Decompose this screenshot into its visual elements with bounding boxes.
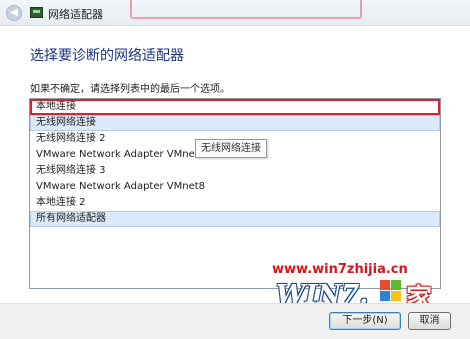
annotation-highlight [130,0,362,19]
watermark-url: www.win7zhijia.cn [272,262,408,277]
instruction-text: 如果不确定，请选择列表中的最后一个选项。 [30,84,230,95]
adapter-list[interactable]: 本地连接 无线网络连接 无线网络连接 2 VMware Network Adap… [29,98,441,289]
next-button[interactable]: 下一步(N) [329,312,401,330]
cancel-button[interactable]: 取消 [408,312,451,330]
page-title: 选择要诊断的网络适配器 [30,48,184,64]
back-arrow-icon[interactable]: ◀ [6,5,22,21]
tooltip: 无线网络连接 [195,139,267,158]
list-item[interactable]: 所有网络适配器 [30,211,440,227]
windows-flag-icon [380,280,402,302]
list-item[interactable]: VMware Network Adapter VMnet8 [30,179,440,195]
list-item[interactable]: 无线网络连接 3 [30,163,440,179]
window-title: 网络适配器 [48,8,103,21]
title-bar: ◀ 网络适配器 [0,0,470,26]
list-item[interactable]: 无线网络连接 [30,115,440,131]
list-item[interactable]: 本地连接 [30,99,440,115]
network-adapter-icon [30,7,43,18]
list-item[interactable]: 本地连接 2 [30,195,440,211]
